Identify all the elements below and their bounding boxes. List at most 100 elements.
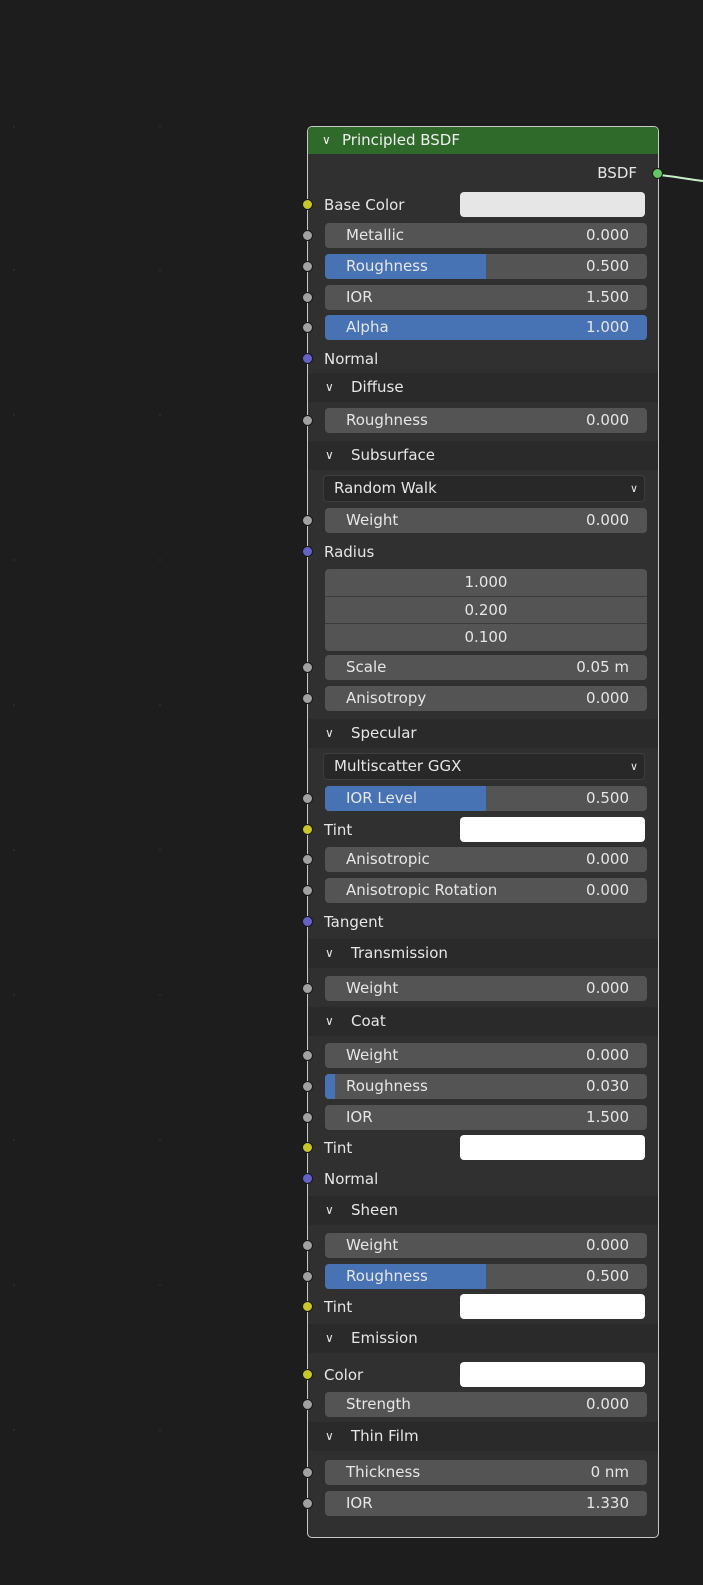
radius-y-value[interactable]: 0.200 (325, 597, 647, 624)
radius-x-value[interactable]: 1.000 (325, 569, 647, 596)
radius-socket-icon[interactable] (302, 546, 313, 557)
tangent-socket-icon[interactable] (302, 916, 313, 927)
alpha-socket-icon[interactable] (302, 322, 313, 333)
panel-diffuse[interactable]: ∨ Diffuse (308, 373, 658, 402)
ior-level-slider[interactable]: IOR Level 0.500 (325, 786, 647, 811)
coat-roughness-slider[interactable]: Roughness 0.030 (325, 1074, 647, 1099)
diffuse-roughness-slider[interactable]: Roughness 0.000 (325, 408, 647, 433)
anisotropy-slider[interactable]: Anisotropy 0.000 (325, 686, 647, 711)
panel-specular[interactable]: ∨ Specular (308, 719, 658, 748)
scale-slider[interactable]: Scale 0.05 m (325, 655, 647, 680)
specular-tint-socket-icon[interactable] (302, 824, 313, 835)
thin-film-thickness-socket-icon[interactable] (302, 1467, 313, 1478)
thin-film-ior-label: IOR (346, 1494, 373, 1512)
panel-thin-film[interactable]: ∨ Thin Film (308, 1422, 658, 1451)
base-color-socket-icon[interactable] (302, 199, 313, 210)
thin-film-ior-socket-icon[interactable] (302, 1498, 313, 1509)
chevron-down-icon: ∨ (325, 1331, 334, 1345)
diffuse-roughness-label: Roughness (346, 411, 428, 429)
transmission-weight-socket-icon[interactable] (302, 983, 313, 994)
coat-weight-slider[interactable]: Weight 0.000 (325, 1043, 647, 1068)
anisotropic-rotation-socket-icon[interactable] (302, 885, 313, 896)
specular-distribution-dropdown[interactable]: Multiscatter GGX ∨ (323, 753, 645, 780)
diffuse-roughness-socket-icon[interactable] (302, 415, 313, 426)
chevron-down-icon: ∨ (325, 946, 334, 960)
sheen-tint-label: Tint (324, 1298, 353, 1316)
normal-socket-icon[interactable] (302, 353, 313, 364)
metallic-slider[interactable]: Metallic 0.000 (325, 223, 647, 248)
thin-film-thickness-slider[interactable]: Thickness 0 nm (325, 1460, 647, 1485)
coat-tint-socket-icon[interactable] (302, 1142, 313, 1153)
panel-transmission[interactable]: ∨ Transmission (308, 939, 658, 968)
panel-diffuse-title: Diffuse (351, 378, 404, 396)
panel-thin-film-title: Thin Film (351, 1427, 419, 1445)
bsdf-output-socket-icon[interactable] (652, 168, 663, 179)
ior-slider[interactable]: IOR 1.500 (325, 285, 647, 310)
emission-color-swatch[interactable] (460, 1362, 645, 1387)
sheen-roughness-socket-icon[interactable] (302, 1271, 313, 1282)
panel-subsurface-title: Subsurface (351, 446, 435, 464)
roughness-socket-icon[interactable] (302, 261, 313, 272)
emission-strength-socket-icon[interactable] (302, 1399, 313, 1410)
ior-socket-icon[interactable] (302, 292, 313, 303)
scale-socket-icon[interactable] (302, 662, 313, 673)
specular-tint-label: Tint (324, 821, 353, 839)
anisotropic-rotation-slider[interactable]: Anisotropic Rotation 0.000 (325, 878, 647, 903)
anisotropy-value: 0.000 (586, 689, 629, 707)
anisotropic-rotation-label: Anisotropic Rotation (346, 881, 498, 899)
specular-tint-swatch[interactable] (460, 817, 645, 842)
transmission-weight-slider[interactable]: Weight 0.000 (325, 976, 647, 1001)
subsurface-method-dropdown[interactable]: Random Walk ∨ (323, 475, 645, 502)
coat-roughness-label: Roughness (346, 1077, 428, 1095)
anisotropy-socket-icon[interactable] (302, 693, 313, 704)
emission-color-socket-icon[interactable] (302, 1369, 313, 1380)
subsurface-weight-value: 0.000 (586, 511, 629, 529)
panel-subsurface[interactable]: ∨ Subsurface (308, 441, 658, 470)
node-header[interactable]: ∨ Principled BSDF (308, 127, 658, 154)
sheen-tint-swatch[interactable] (460, 1294, 645, 1319)
base-color-swatch[interactable] (460, 192, 645, 217)
ior-level-label: IOR Level (346, 789, 418, 807)
coat-normal-socket-icon[interactable] (302, 1173, 313, 1184)
chevron-down-icon: ∨ (629, 482, 638, 495)
principled-bsdf-node[interactable]: ∨ Principled BSDF BSDF Base Color Metall… (302, 126, 663, 1538)
coat-roughness-socket-icon[interactable] (302, 1081, 313, 1092)
roughness-slider[interactable]: Roughness 0.500 (325, 254, 647, 279)
thin-film-thickness-label: Thickness (346, 1463, 421, 1481)
sheen-roughness-slider[interactable]: Roughness 0.500 (325, 1264, 647, 1289)
transmission-weight-value: 0.000 (586, 979, 629, 997)
diffuse-roughness-value: 0.000 (586, 411, 629, 429)
sheen-weight-slider[interactable]: Weight 0.000 (325, 1233, 647, 1258)
panel-coat[interactable]: ∨ Coat (308, 1007, 658, 1036)
sheen-weight-socket-icon[interactable] (302, 1240, 313, 1251)
coat-tint-swatch[interactable] (460, 1135, 645, 1160)
coat-ior-socket-icon[interactable] (302, 1112, 313, 1123)
subsurface-weight-socket-icon[interactable] (302, 515, 313, 526)
radius-z-value[interactable]: 0.100 (325, 624, 647, 651)
ior-label: IOR (346, 288, 373, 306)
panel-sheen[interactable]: ∨ Sheen (308, 1196, 658, 1225)
ior-level-value: 0.500 (586, 789, 629, 807)
anisotropic-socket-icon[interactable] (302, 854, 313, 865)
panel-emission[interactable]: ∨ Emission (308, 1324, 658, 1353)
chevron-down-icon: ∨ (629, 760, 638, 773)
metallic-label: Metallic (346, 226, 404, 244)
sheen-tint-socket-icon[interactable] (302, 1301, 313, 1312)
emission-strength-value: 0.000 (586, 1395, 629, 1413)
metallic-socket-icon[interactable] (302, 230, 313, 241)
alpha-label: Alpha (346, 318, 389, 336)
coat-weight-socket-icon[interactable] (302, 1050, 313, 1061)
thin-film-ior-slider[interactable]: IOR 1.330 (325, 1491, 647, 1516)
output-link-wire (658, 174, 703, 182)
ior-level-socket-icon[interactable] (302, 793, 313, 804)
radius-vector-field[interactable]: 1.000 0.200 0.100 (325, 569, 647, 651)
alpha-slider[interactable]: Alpha 1.000 (325, 315, 647, 340)
emission-strength-slider[interactable]: Strength 0.000 (325, 1392, 647, 1417)
coat-ior-slider[interactable]: IOR 1.500 (325, 1105, 647, 1130)
tangent-label: Tangent (324, 913, 384, 931)
anisotropic-slider[interactable]: Anisotropic 0.000 (325, 847, 647, 872)
collapse-chevron-icon[interactable]: ∨ (322, 127, 331, 154)
subsurface-weight-slider[interactable]: Weight 0.000 (325, 508, 647, 533)
specular-distribution-value: Multiscatter GGX (334, 757, 462, 775)
chevron-down-icon: ∨ (325, 448, 334, 462)
